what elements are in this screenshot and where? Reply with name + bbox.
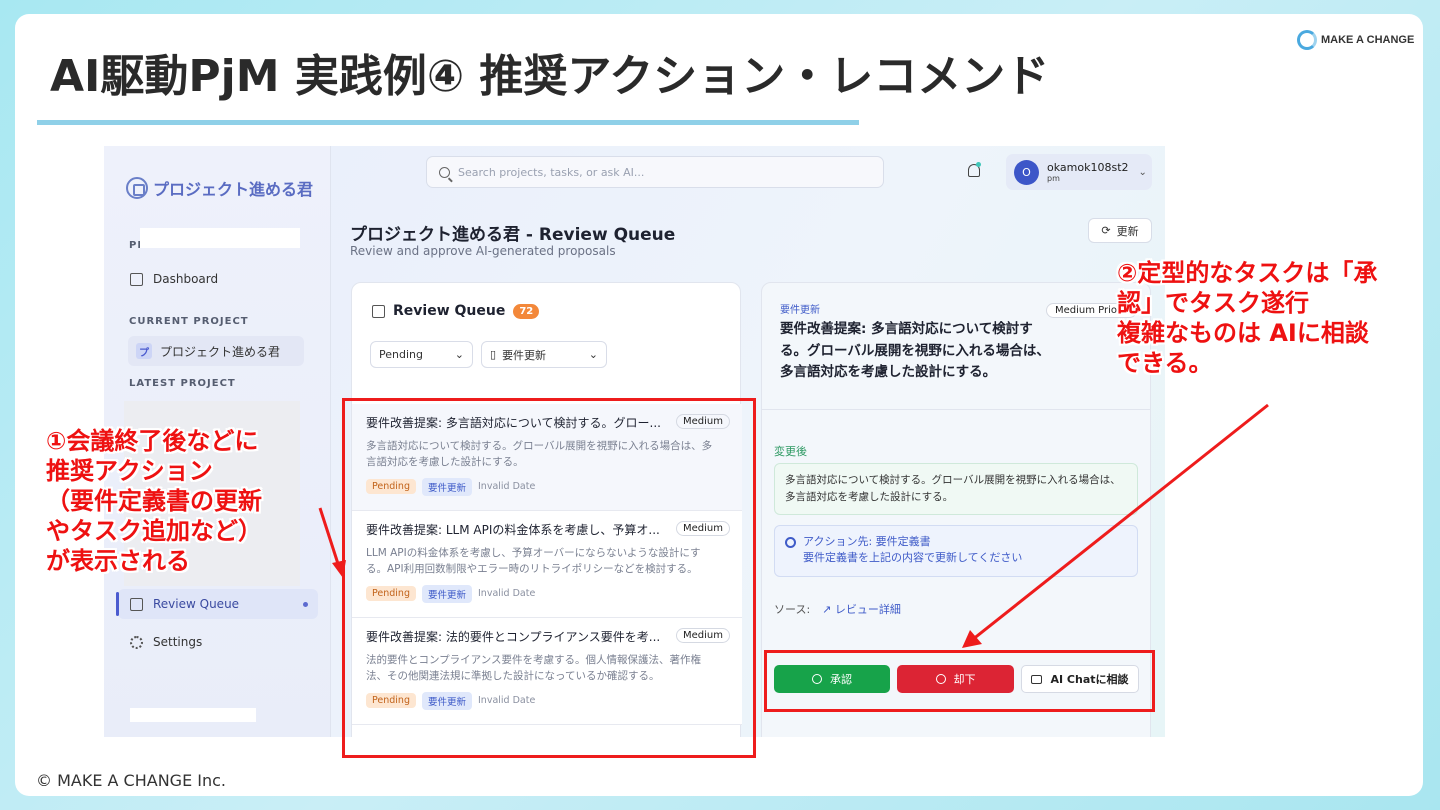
annotation-right: ②定型的なタスクは「承 認」でタスク遂行 複雑なものは AIに相談 できる。 [1117,259,1378,377]
annotation-arrows [318,403,1269,648]
copyright: © MAKE A CHANGE Inc. [36,771,227,790]
left-arrow-head [332,560,346,578]
left-arrow-line [318,507,342,571]
right-arrow-line [971,403,1269,642]
annotation-left: ①会議終了後などに 推奨アクション （要件定義書の更新 やタスク追加など） が表… [46,427,262,575]
